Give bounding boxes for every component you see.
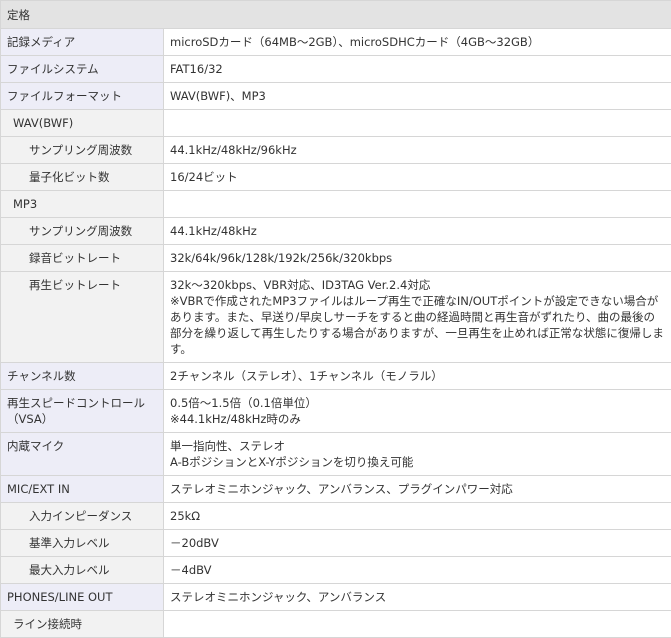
row-label: 録音ビットレート (1, 245, 164, 272)
table-row: 再生スピードコントロール （VSA） 0.5倍〜1.5倍（0.1倍単位） ※44… (1, 390, 671, 433)
table-row: 記録メディア microSDカード（64MB〜2GB）、microSDHCカード… (1, 29, 671, 56)
row-value: microSDカード（64MB〜2GB）、microSDHCカード（4GB〜32… (164, 29, 671, 56)
row-value: 2チャンネル（ステレオ）、1チャンネル（モノラル） (164, 363, 671, 390)
table-row: 再生ビットレート 32k〜320kbps、VBR対応、ID3TAG Ver.2.… (1, 272, 671, 363)
row-label: ファイルシステム (1, 56, 164, 83)
table-row: ファイルシステム FAT16/32 (1, 56, 671, 83)
row-value: －20dBV (164, 530, 671, 557)
table-row: 基準入力レベル －20dBV (1, 530, 671, 557)
row-label: MP3 (1, 191, 164, 218)
table-row: サンプリング周波数 44.1kHz/48kHz (1, 218, 671, 245)
table-row: 最大入力レベル －4dBV (1, 557, 671, 584)
row-label: 内蔵マイク (1, 433, 164, 476)
row-label: 記録メディア (1, 29, 164, 56)
table-row: MIC/EXT IN ステレオミニホンジャック、アンバランス、プラグインパワー対… (1, 476, 671, 503)
table-row: サンプリング周波数 44.1kHz/48kHz/96kHz (1, 137, 671, 164)
row-label: 再生スピードコントロール （VSA） (1, 390, 164, 433)
row-label: チャンネル数 (1, 363, 164, 390)
row-label: 基準入力レベル (1, 530, 164, 557)
row-value: 16/24ビット (164, 164, 671, 191)
row-value (164, 611, 671, 638)
row-label: 量子化ビット数 (1, 164, 164, 191)
row-note-text: ※VBRで作成されたMP3ファイルはループ再生で正確なIN/OUTポイントが設定… (170, 293, 665, 357)
row-label: WAV(BWF) (1, 110, 164, 137)
row-label: ライン接続時 (1, 611, 164, 638)
row-value: ステレオミニホンジャック、アンバランス、プラグインパワー対応 (164, 476, 671, 503)
table-row: WAV(BWF) (1, 110, 671, 137)
table-row: 録音ビットレート 32k/64k/96k/128k/192k/256k/320k… (1, 245, 671, 272)
row-value: 0.5倍〜1.5倍（0.1倍単位） ※44.1kHz/48kHz時のみ (164, 390, 671, 433)
row-value-text: 0.5倍〜1.5倍（0.1倍単位） (170, 395, 665, 411)
table-row: 入力インピーダンス 25kΩ (1, 503, 671, 530)
row-label: PHONES/LINE OUT (1, 584, 164, 611)
row-value: 単一指向性、ステレオ A-BポジションとX-Yポジションを切り換え可能 (164, 433, 671, 476)
row-value: FAT16/32 (164, 56, 671, 83)
row-value-text: 単一指向性、ステレオ (170, 438, 665, 454)
row-label: 最大入力レベル (1, 557, 164, 584)
table-row: チャンネル数 2チャンネル（ステレオ）、1チャンネル（モノラル） (1, 363, 671, 390)
row-value: 32k〜320kbps、VBR対応、ID3TAG Ver.2.4対応 ※VBRで… (164, 272, 671, 363)
row-label-text: （VSA） (7, 411, 157, 427)
row-label-text: 再生ビットレート (29, 277, 157, 293)
row-value-text: ※44.1kHz/48kHz時のみ (170, 411, 665, 427)
table-row: PHONES/LINE OUT ステレオミニホンジャック、アンバランス (1, 584, 671, 611)
spec-table: 定格 記録メディア microSDカード（64MB〜2GB）、microSDHC… (0, 0, 671, 638)
row-value (164, 110, 671, 137)
table-header: 定格 (1, 1, 671, 29)
row-label: サンプリング周波数 (1, 218, 164, 245)
row-value: WAV(BWF)、MP3 (164, 83, 671, 110)
table-row: ライン接続時 (1, 611, 671, 638)
row-label: MIC/EXT IN (1, 476, 164, 503)
row-label: サンプリング周波数 (1, 137, 164, 164)
row-value: ステレオミニホンジャック、アンバランス (164, 584, 671, 611)
row-value: 25kΩ (164, 503, 671, 530)
row-value (164, 191, 671, 218)
row-label: ファイルフォーマット (1, 83, 164, 110)
table-row: 量子化ビット数 16/24ビット (1, 164, 671, 191)
row-value: 44.1kHz/48kHz/96kHz (164, 137, 671, 164)
table-row: 内蔵マイク 単一指向性、ステレオ A-BポジションとX-Yポジションを切り換え可… (1, 433, 671, 476)
row-value: －4dBV (164, 557, 671, 584)
table-row: ファイルフォーマット WAV(BWF)、MP3 (1, 83, 671, 110)
row-label: 再生ビットレート (1, 272, 164, 363)
row-value-text: 32k〜320kbps、VBR対応、ID3TAG Ver.2.4対応 (170, 277, 665, 293)
row-value: 32k/64k/96k/128k/192k/256k/320kbps (164, 245, 671, 272)
table-header-row: 定格 (1, 1, 671, 29)
row-label-text: 再生スピードコントロール (7, 395, 157, 411)
row-label-text: 内蔵マイク (7, 438, 157, 454)
row-label: 入力インピーダンス (1, 503, 164, 530)
table-row: MP3 (1, 191, 671, 218)
row-value-text: A-BポジションとX-Yポジションを切り換え可能 (170, 454, 665, 470)
row-value: 44.1kHz/48kHz (164, 218, 671, 245)
